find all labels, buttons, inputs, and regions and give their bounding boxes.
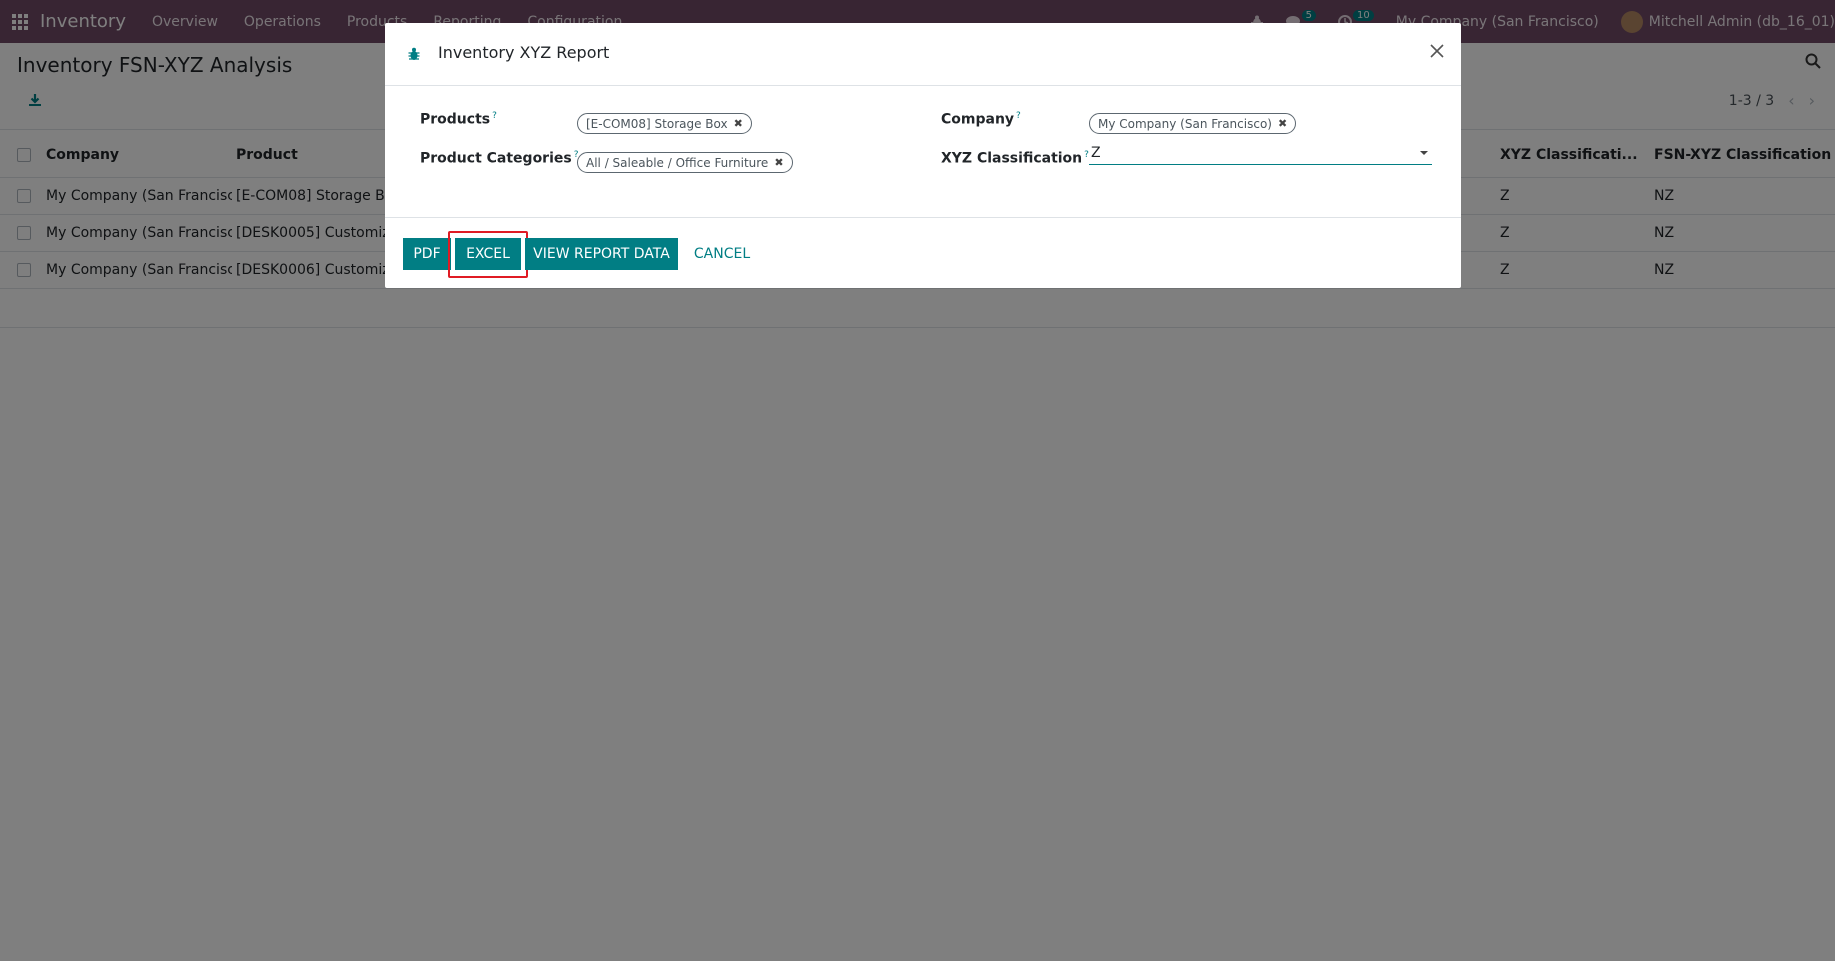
remove-tag-icon[interactable]: ✖ (734, 117, 743, 130)
xyz-classification-value: Z (1091, 145, 1101, 161)
xyz-label-text: XYZ Classification (941, 150, 1083, 167)
help-icon[interactable]: ? (492, 111, 497, 121)
company-tag-label: My Company (San Francisco) (1098, 116, 1272, 131)
remove-tag-icon[interactable]: ✖ (1278, 117, 1287, 130)
modal-title: Inventory XYZ Report (438, 43, 610, 62)
company-tag: My Company (San Francisco) ✖ (1089, 113, 1297, 134)
excel-highlight-box (448, 231, 528, 278)
products-tag: [E-COM08] Storage Box ✖ (577, 113, 752, 134)
pdf-button[interactable]: PDF (403, 238, 451, 270)
xyz-report-dialog: Inventory XYZ Report Products? [E-COM08]… (385, 23, 1461, 288)
help-icon[interactable]: ? (1016, 111, 1021, 121)
modal-header: Inventory XYZ Report (385, 23, 1461, 86)
categories-tag: All / Saleable / Office Furniture ✖ (577, 152, 793, 173)
categories-label: Product Categories? (420, 150, 579, 167)
xyz-classification-select[interactable]: Z (1089, 143, 1432, 165)
categories-label-text: Product Categories (420, 150, 572, 167)
company-label-text: Company (941, 111, 1015, 128)
xyz-classification-label: XYZ Classification? (941, 150, 1089, 167)
company-label: Company? (941, 111, 1021, 128)
products-label-text: Products (420, 111, 491, 128)
remove-tag-icon[interactable]: ✖ (774, 156, 783, 169)
products-label: Products? (420, 111, 497, 128)
close-icon[interactable] (1429, 43, 1445, 59)
chevron-down-icon[interactable] (1420, 151, 1428, 155)
view-report-data-button[interactable]: VIEW REPORT DATA (525, 238, 678, 270)
products-tag-label: [E-COM08] Storage Box (586, 116, 728, 131)
modal-footer: PDF EXCEL VIEW REPORT DATA CANCEL (385, 217, 1461, 288)
bug-icon (408, 47, 420, 60)
categories-tag-label: All / Saleable / Office Furniture (586, 155, 769, 170)
cancel-button[interactable]: CANCEL (686, 238, 758, 270)
